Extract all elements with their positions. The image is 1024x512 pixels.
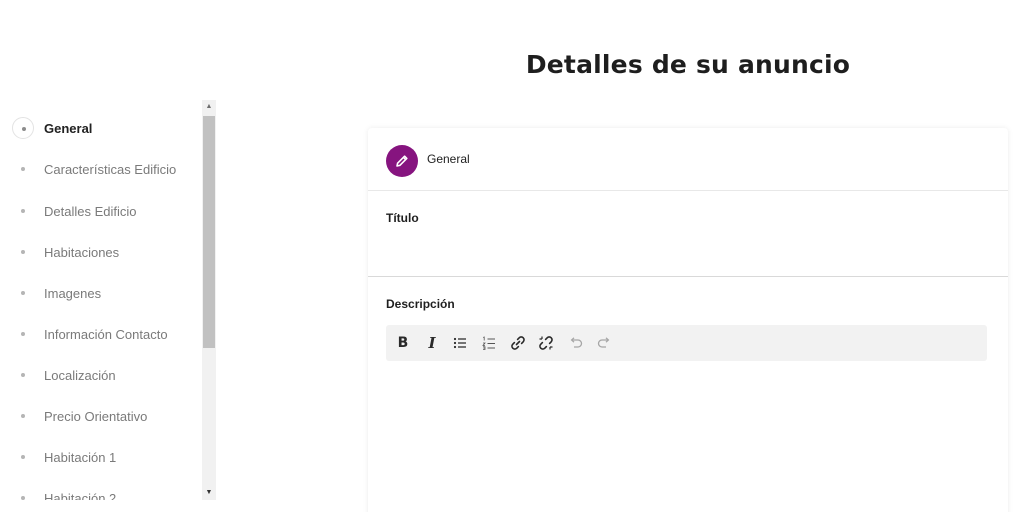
nav-item-label: Precio Orientativo: [44, 409, 148, 424]
unlink-icon[interactable]: [537, 334, 555, 352]
bullet-icon: [21, 209, 25, 213]
bullet-icon: [21, 455, 25, 459]
nav-item-label: General: [44, 121, 93, 136]
italic-icon[interactable]: I: [423, 334, 441, 352]
nav-item-precio-orientativo[interactable]: Precio Orientativo: [0, 402, 200, 432]
card-title: General: [427, 152, 470, 166]
scroll-up-arrow-icon[interactable]: ▲: [202, 100, 216, 114]
scroll-down-arrow-icon[interactable]: ▼: [202, 486, 216, 500]
section-nav-sidebar: General Características Edificio Detalle…: [0, 100, 216, 500]
undo-icon[interactable]: [567, 334, 585, 352]
nav-item-habitaciones[interactable]: Habitaciones: [0, 238, 200, 268]
listing-details-card: General Título Descripción B I: [368, 128, 1008, 512]
nav-item-label: Detalles Edificio: [44, 204, 137, 219]
link-icon[interactable]: [509, 334, 527, 352]
nav-item-imagenes[interactable]: Imagenes: [0, 279, 200, 309]
nav-item-caracteristicas-edificio[interactable]: Características Edificio: [0, 155, 200, 185]
descripcion-editor[interactable]: [386, 369, 987, 512]
bullet-icon: [22, 127, 26, 131]
nav-item-informacion-contacto[interactable]: Información Contacto: [0, 320, 200, 350]
titulo-input[interactable]: [386, 231, 988, 269]
nav-item-label: Habitaciones: [44, 245, 120, 260]
nav-item-label: Habitación 2: [44, 491, 117, 500]
descripcion-field: Descripción B I: [368, 277, 1008, 512]
bullet-icon: [21, 167, 25, 171]
redo-icon[interactable]: [595, 334, 613, 352]
card-header: General: [368, 128, 1008, 191]
bullet-icon: [21, 250, 25, 254]
bullet-icon: [21, 414, 25, 418]
titulo-label: Título: [386, 211, 419, 225]
bullet-icon: [21, 496, 25, 500]
scrollbar-thumb[interactable]: [203, 116, 215, 348]
nav-item-habitacion-1[interactable]: Habitación 1: [0, 443, 200, 473]
nav-item-label: Características Edificio: [44, 162, 177, 177]
nav-item-label: Habitación 1: [44, 450, 117, 465]
nav-item-habitacion-2[interactable]: Habitación 2: [0, 484, 200, 500]
active-step-indicator: [12, 117, 34, 139]
nav-item-label: Imagenes: [44, 286, 102, 301]
descripcion-label: Descripción: [386, 297, 455, 311]
bullet-icon: [21, 291, 25, 295]
rich-text-toolbar: B I: [386, 325, 987, 361]
pencil-icon: [386, 145, 418, 177]
titulo-field: Título: [368, 191, 1008, 277]
nav-item-general[interactable]: General: [0, 114, 200, 144]
bold-icon[interactable]: B: [394, 334, 412, 352]
nav-item-localizacion[interactable]: Localización: [0, 361, 200, 391]
bulleted-list-icon[interactable]: [451, 334, 469, 352]
nav-item-label: Información Contacto: [44, 327, 168, 342]
numbered-list-icon[interactable]: [480, 334, 498, 352]
bullet-icon: [21, 332, 25, 336]
bullet-icon: [21, 373, 25, 377]
page-title: Detalles de su anuncio: [525, 50, 851, 79]
sidebar-scrollbar[interactable]: ▲ ▼: [202, 100, 216, 500]
nav-item-label: Localización: [44, 368, 116, 383]
nav-item-detalles-edificio[interactable]: Detalles Edificio: [0, 197, 200, 227]
